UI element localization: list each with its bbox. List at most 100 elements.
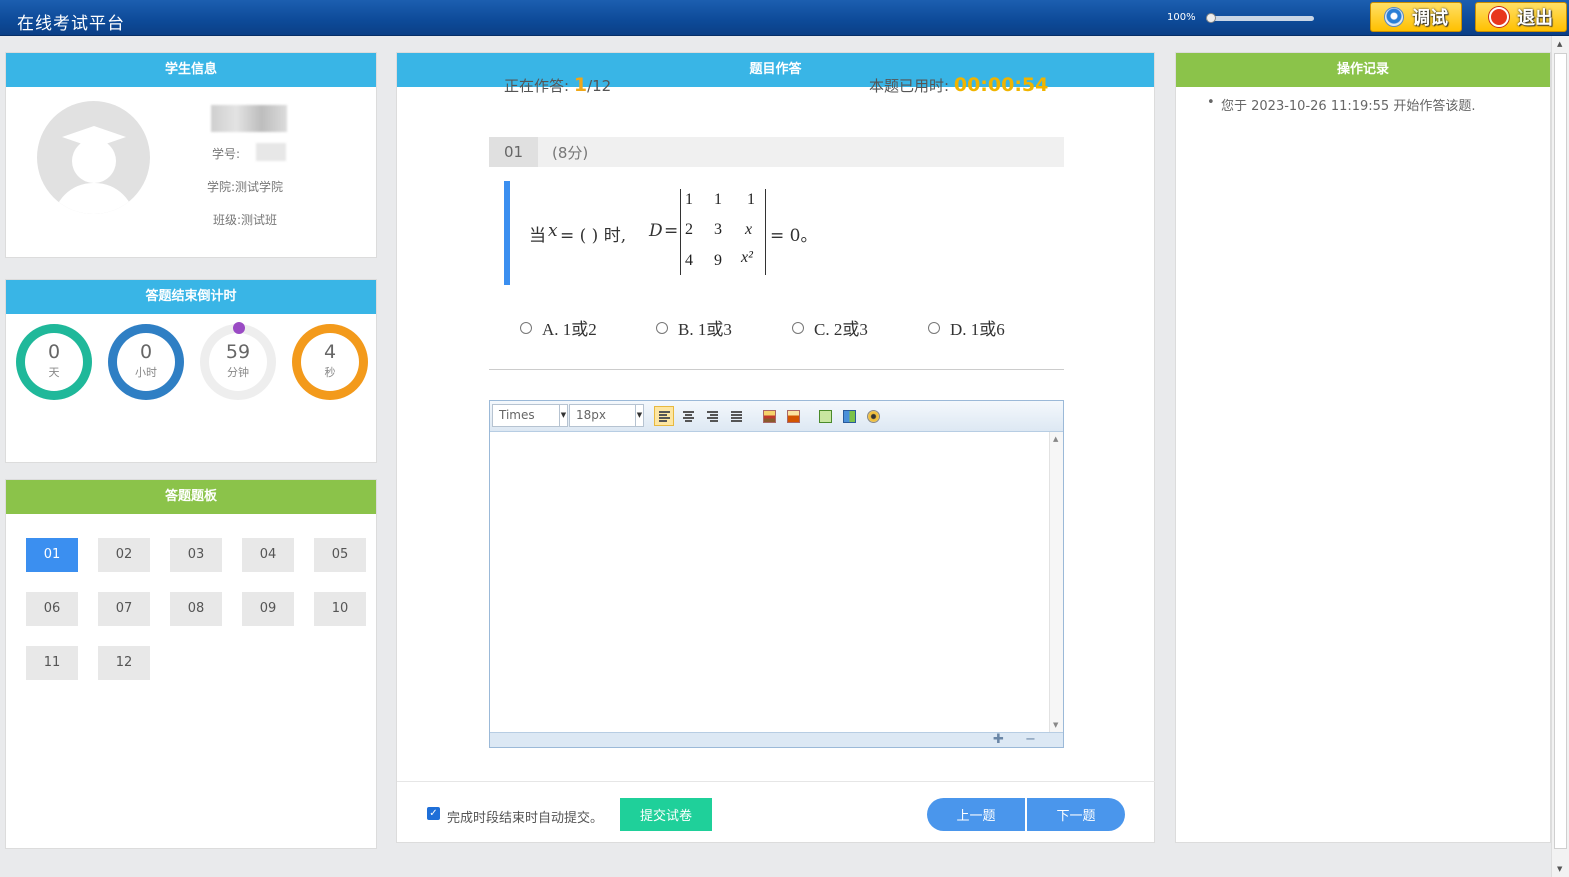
align-right-button[interactable] [702,406,722,426]
question-stem-accent [504,181,510,285]
question-number: 01 [489,137,538,167]
enlarge-editor-icon[interactable]: ✚ [993,732,1004,747]
upload-image-button[interactable] [783,406,803,426]
question-nav-04[interactable]: 04 [242,538,294,572]
student-id-redacted [256,143,286,161]
option-b[interactable]: B. 1或3 [656,315,732,340]
progress-total: /12 [587,77,612,95]
upload-image-icon [787,410,800,423]
question-nav-06[interactable]: 06 [26,592,78,626]
scroll-down-icon[interactable]: ▼ [1053,721,1058,729]
question-nav-03[interactable]: 03 [170,538,222,572]
determinant-matrix: 1 1 1 2 3 x 4 9 x² [680,189,766,275]
page-scrollbar[interactable]: ▲ ▼ [1551,36,1569,877]
stem-determinant-symbol: D [649,221,663,241]
countdown-hours-ring: 0 小时 [108,324,184,400]
option-a-radio[interactable] [520,321,532,334]
zoom-slider-handle[interactable] [1206,13,1217,23]
matrix-cell: 3 [714,221,722,238]
student-college: 学院:测试学院 [207,180,284,194]
font-size-value: 18px [576,408,606,422]
editor-toolbar: Times ▼ 18px ▼ [490,401,1063,432]
matrix-cell: 1 [685,191,693,208]
question-footer: ✓ 完成时段结束时自动提交。 提交试卷 上一题 下一题 [397,781,1155,843]
countdown-hours-label: 小时 [135,366,157,379]
stem-blank: = ( ) 时, [560,226,627,246]
image-icon [763,410,776,423]
option-b-label: B. 1或3 [678,320,732,339]
log-entry: 您于 2023-10-26 11:19:55 开始作答该题. [1207,95,1475,114]
option-c-radio[interactable] [792,321,804,334]
camera-button[interactable] [863,406,883,426]
question-nav-12[interactable]: 12 [98,646,150,680]
options-divider [489,369,1064,370]
progress-label: 正在作答: [504,77,570,95]
matrix-cell: x [745,221,753,238]
template-button[interactable] [839,406,859,426]
option-d[interactable]: D. 1或6 [928,315,1005,340]
previous-question-button[interactable]: 上一题 [927,798,1025,831]
question-nav-10[interactable]: 10 [314,592,366,626]
countdown-minutes-ring: 59 分钟 [200,324,276,400]
countdown-minutes-value: 59 [225,341,251,363]
stem-equals: = [664,221,679,241]
matrix-cell: 2 [685,221,693,238]
debug-button[interactable]: 调试 [1370,2,1462,32]
answer-editor: Times ▼ 18px ▼ ▲ ▼ ✚ − [489,400,1064,748]
chevron-down-icon: ▼ [559,405,567,426]
question-nav-07[interactable]: 07 [98,592,150,626]
formula-icon [819,410,832,423]
chevron-down-icon: ▼ [635,405,643,426]
next-question-button[interactable]: 下一题 [1027,798,1125,831]
elapsed-time-label: 本题已用时: [869,77,950,95]
countdown-title: 答题结束倒计时 [6,280,376,314]
power-icon [1489,7,1509,27]
question-nav-09[interactable]: 09 [242,592,294,626]
question-nav-02[interactable]: 02 [98,538,150,572]
align-center-button[interactable] [678,406,698,426]
countdown-hours-value: 0 [139,341,153,363]
answer-board-panel: 答题题板 01 02 03 04 05 06 07 08 09 10 11 12 [5,479,377,849]
question-nav-01[interactable]: 01 [26,538,78,572]
option-a-label: A. 1或2 [542,320,597,339]
option-c[interactable]: C. 2或3 [792,315,868,340]
submit-exam-button[interactable]: 提交试卷 [620,798,712,831]
countdown-minutes-label: 分钟 [227,366,249,379]
zoom-slider-track[interactable] [1206,16,1314,21]
elapsed-time-value: 00:00:54 [953,74,1049,96]
student-class: 班级:测试班 [213,213,278,227]
countdown-seconds-value: 4 [323,341,337,363]
align-left-button[interactable] [654,406,674,426]
auto-submit-checkbox[interactable]: ✓ [427,807,440,820]
shrink-editor-icon[interactable]: − [1025,732,1036,747]
scrollbar-thumb[interactable] [1554,53,1567,849]
student-avatar [37,101,150,214]
scroll-up-icon[interactable]: ▲ [1053,435,1058,443]
auto-submit-label: 完成时段结束时自动提交。 [447,811,604,826]
option-d-radio[interactable] [928,321,940,334]
editor-scrollbar[interactable]: ▲ ▼ [1049,432,1063,732]
camera-icon [867,410,880,423]
logout-button[interactable]: 退出 [1475,2,1567,32]
insert-image-button[interactable] [759,406,779,426]
debug-label: 调试 [1412,8,1448,29]
webcam-icon [1384,7,1404,27]
question-nav-08[interactable]: 08 [170,592,222,626]
option-b-radio[interactable] [656,321,668,334]
font-family-select[interactable]: Times ▼ [492,404,568,427]
avatar-body [53,183,135,214]
graduation-cap-icon [62,126,126,148]
question-nav-11[interactable]: 11 [26,646,78,680]
scroll-down-icon[interactable]: ▼ [1557,865,1562,873]
font-family-value: Times [499,408,535,422]
elapsed-time: 本题已用时: 00:00:54 [869,74,1048,96]
matrix-cell: 1 [747,191,755,208]
scroll-up-icon[interactable]: ▲ [1557,40,1562,48]
formula-button[interactable] [815,406,835,426]
justify-button[interactable] [726,406,746,426]
app-title: 在线考试平台 [17,14,125,34]
question-nav-05[interactable]: 05 [314,538,366,572]
matrix-cell: 1 [714,191,722,208]
option-a[interactable]: A. 1或2 [520,315,597,340]
font-size-select[interactable]: 18px ▼ [569,404,644,427]
